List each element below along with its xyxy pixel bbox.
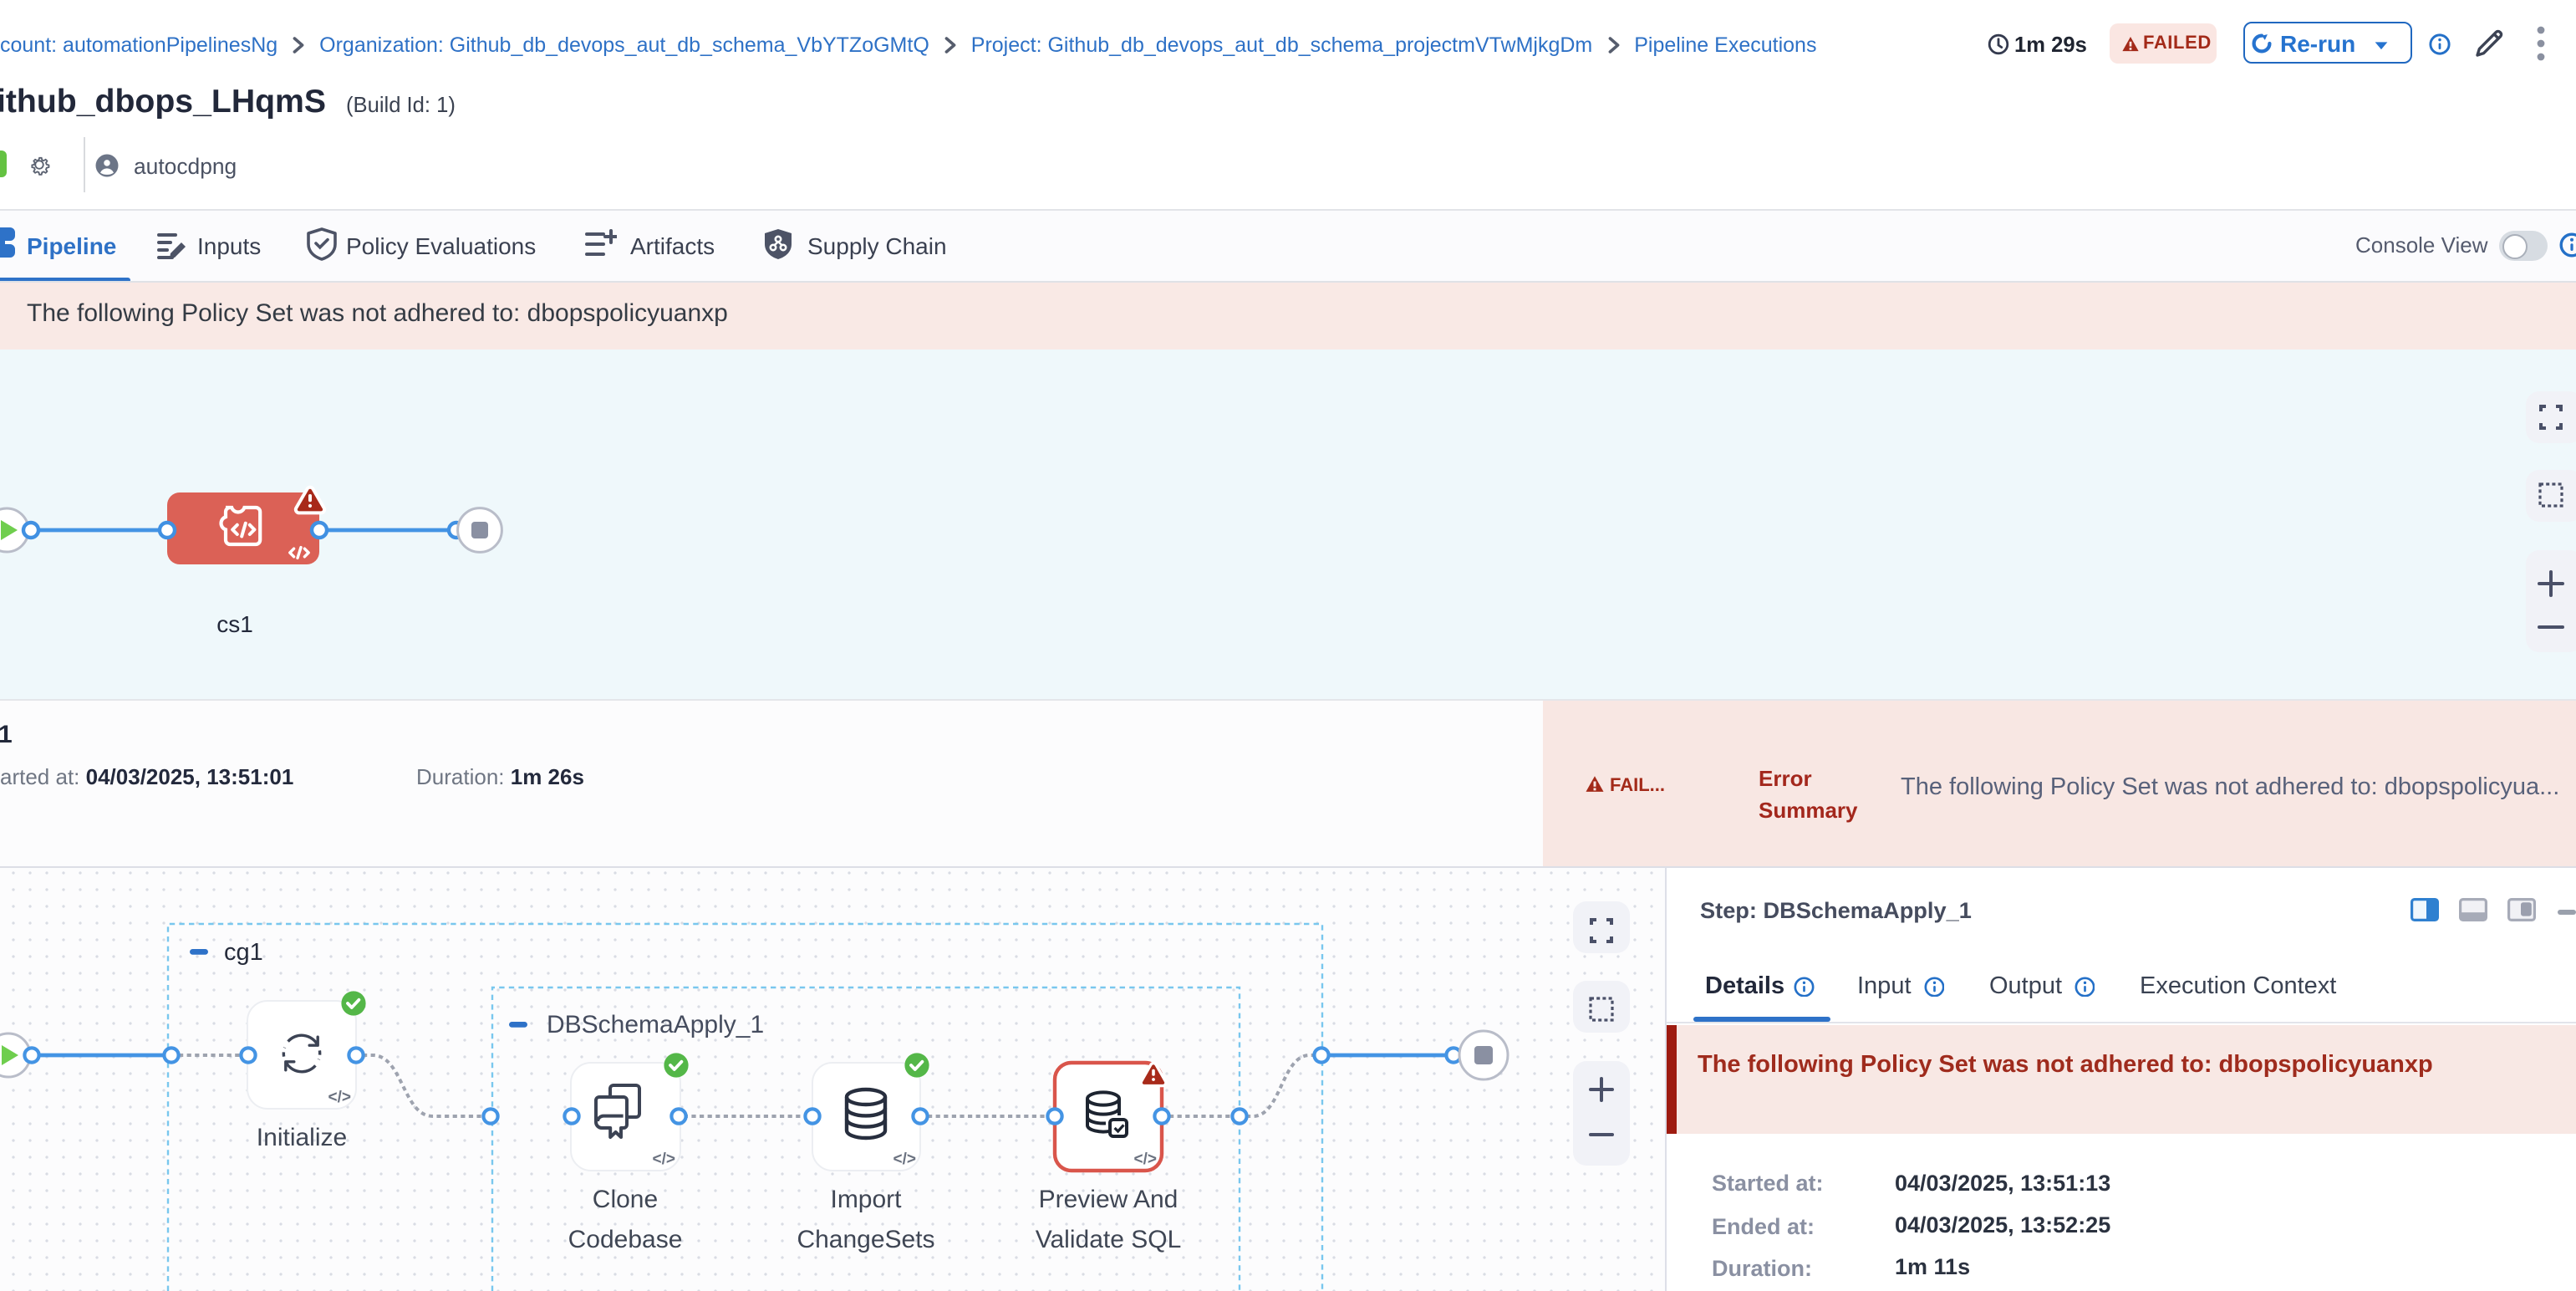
svg-text:</>: </> <box>893 1150 916 1167</box>
svg-text:Clone: Clone <box>593 1185 658 1212</box>
svg-text:</>: </> <box>1134 1150 1157 1167</box>
svg-text:cs1: cs1 <box>216 610 253 636</box>
svg-text:</>: </> <box>328 1088 351 1105</box>
svg-text:Import: Import <box>830 1185 902 1212</box>
svg-text:ChangeSets: ChangeSets <box>797 1225 934 1253</box>
svg-text:Preview And: Preview And <box>1039 1185 1179 1212</box>
svg-text:</>: </> <box>653 1150 675 1167</box>
svg-text:cg1: cg1 <box>224 938 263 965</box>
svg-text:Initialize: Initialize <box>257 1123 347 1151</box>
svg-text:Validate SQL: Validate SQL <box>1036 1225 1182 1253</box>
svg-text:DBSchemaApply_1: DBSchemaApply_1 <box>547 1010 764 1038</box>
svg-text:Codebase: Codebase <box>568 1225 683 1253</box>
